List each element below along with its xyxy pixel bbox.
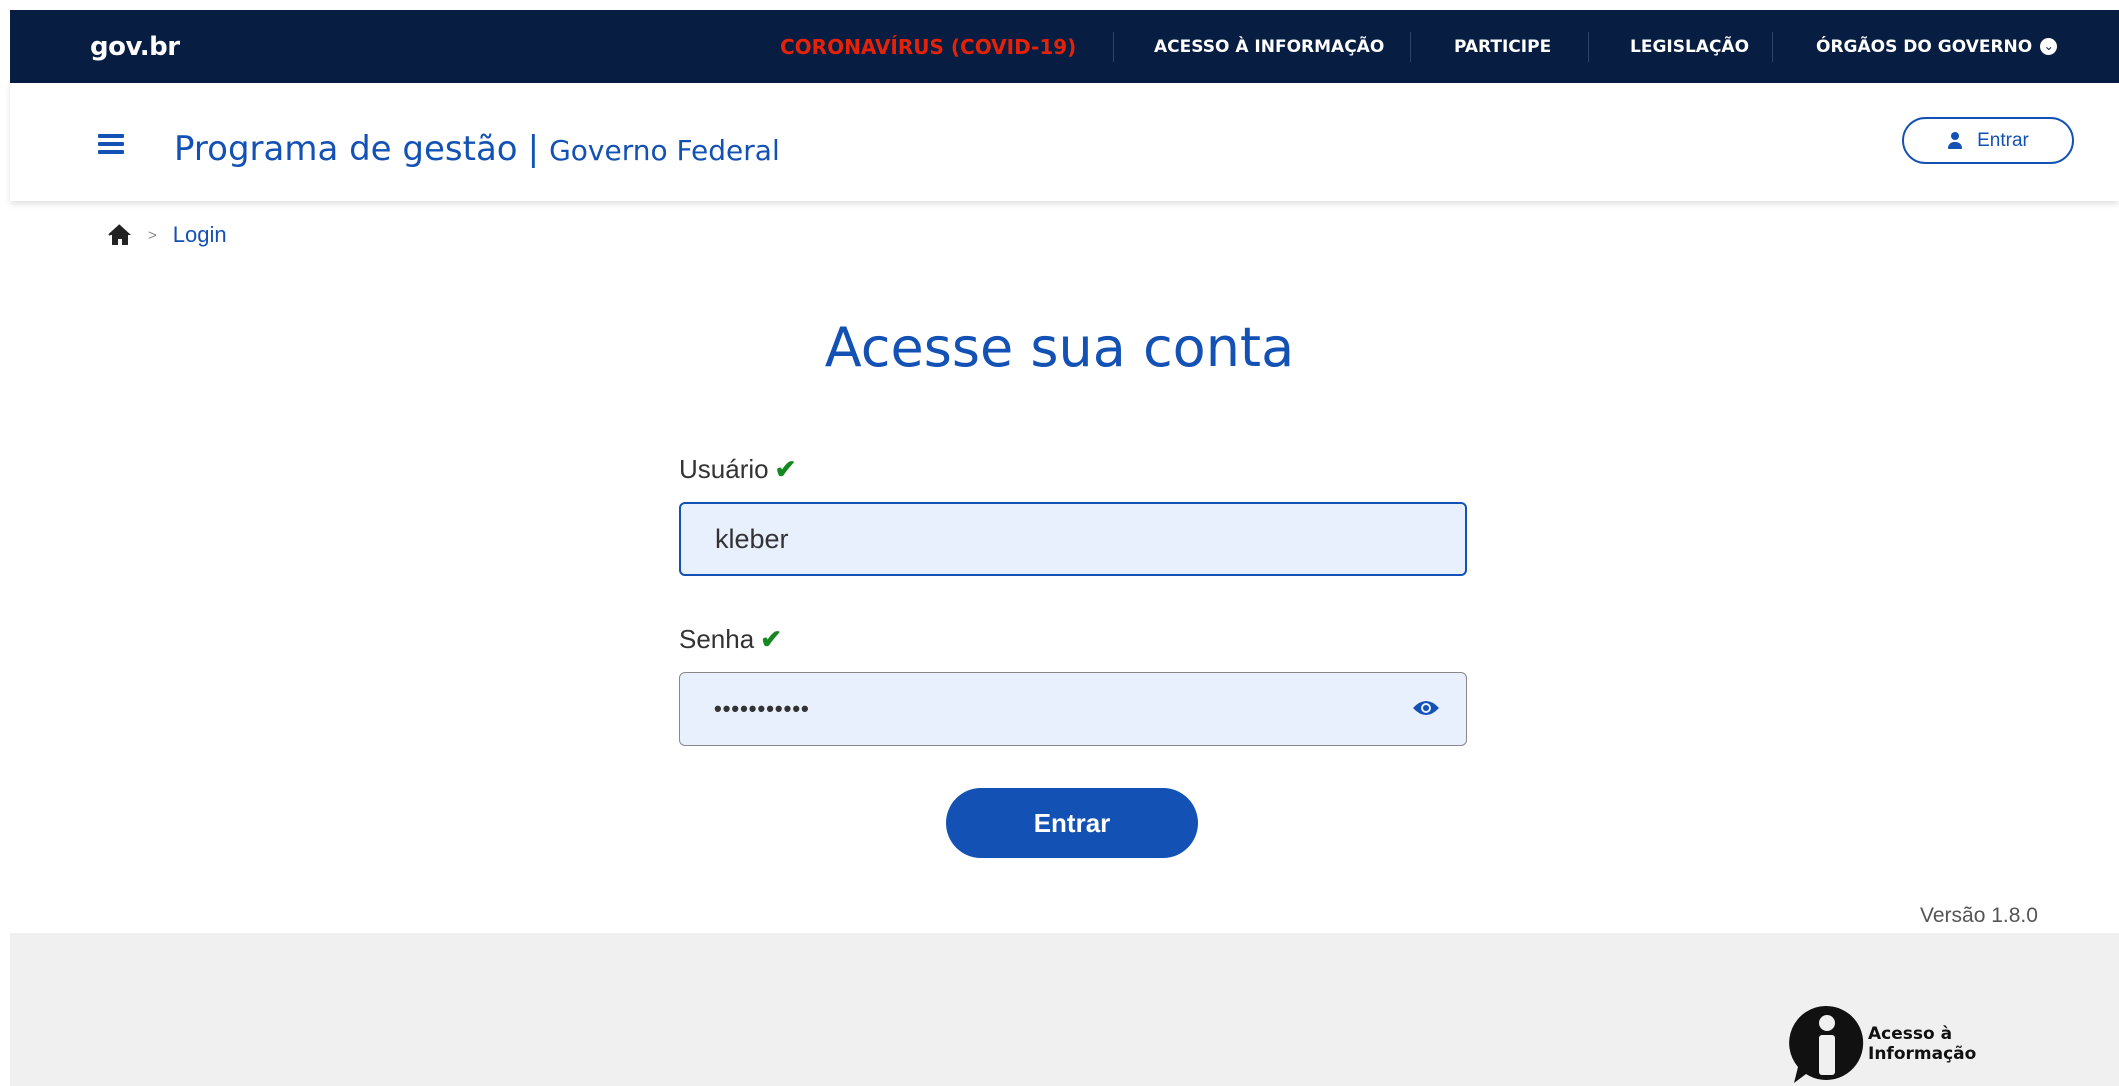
title-divider: | <box>527 129 540 169</box>
app-title-subtitle: Governo Federal <box>549 134 780 167</box>
acesso-informacao-line2: Informação <box>1868 1044 1977 1064</box>
password-label: Senha <box>679 624 755 654</box>
nav-divider <box>1410 32 1411 62</box>
app-title-main: Programa de gestão <box>174 129 518 169</box>
username-value: kleber <box>715 523 789 554</box>
nav-divider <box>1113 32 1114 62</box>
nav-link-orgaos-governo[interactable]: ÓRGÃOS DO GOVERNO <box>1816 37 2032 57</box>
nav-link-legislacao[interactable]: LEGISLAÇÃO <box>1630 37 1749 57</box>
info-icon <box>1789 1005 1864 1083</box>
user-icon <box>1947 131 1963 150</box>
username-label: Usuário <box>679 454 769 484</box>
acesso-informacao-logo[interactable]: Acesso à Informação <box>1786 1003 1976 1085</box>
home-icon[interactable] <box>108 224 132 246</box>
page-title: Programa de gestão | Governo Federal <box>174 129 780 169</box>
nav-link-coronavirus[interactable]: CORONAVÍRUS (COVID-19) <box>780 35 1076 59</box>
login-submit-button[interactable]: Entrar <box>946 788 1198 858</box>
login-heading: Acesse sua conta <box>824 316 1295 379</box>
acesso-informacao-line1: Acesso à <box>1868 1024 1953 1044</box>
nav-link-participe[interactable]: PARTICIPE <box>1454 37 1551 57</box>
nav-divider <box>1772 32 1773 62</box>
eye-icon[interactable] <box>1412 698 1440 718</box>
nav-orgaos-dropdown[interactable]: ÓRGÃOS DO GOVERNO ⌄ <box>1816 10 2058 83</box>
site-header: Programa de gestão | Governo Federal Entra… <box>10 83 2119 201</box>
version-label: Versão 1.8.0 <box>1920 904 2038 927</box>
chevron-down-icon[interactable]: ⌄ <box>2040 38 2058 55</box>
header-login-button[interactable]: Entrar <box>1902 117 2074 164</box>
username-input[interactable]: kleber <box>679 502 1467 576</box>
hamburger-icon[interactable] <box>98 134 124 154</box>
govbr-top-bar: gov.br CORONAVÍRUS (COVID-19) ACESSO À I… <box>10 10 2119 83</box>
password-value: ••••••••••• <box>714 696 810 721</box>
breadcrumb-current: Login <box>172 222 227 247</box>
nav-divider <box>1588 32 1589 62</box>
breadcrumb: > Login <box>108 222 227 248</box>
nav-link-acesso-informacao[interactable]: ACESSO À INFORMAÇÃO <box>1154 37 1384 57</box>
username-label-row: Usuário ✔ <box>679 454 796 485</box>
password-label-row: Senha ✔ <box>679 624 782 655</box>
check-icon: ✔ <box>774 454 797 484</box>
footer: Acesso à Informação <box>10 933 2119 1086</box>
check-icon: ✔ <box>760 624 782 654</box>
govbr-logo[interactable]: gov.br <box>90 32 180 62</box>
header-login-label: Entrar <box>1977 129 2029 151</box>
password-input[interactable]: ••••••••••• <box>679 672 1467 746</box>
breadcrumb-separator: > <box>148 226 157 244</box>
